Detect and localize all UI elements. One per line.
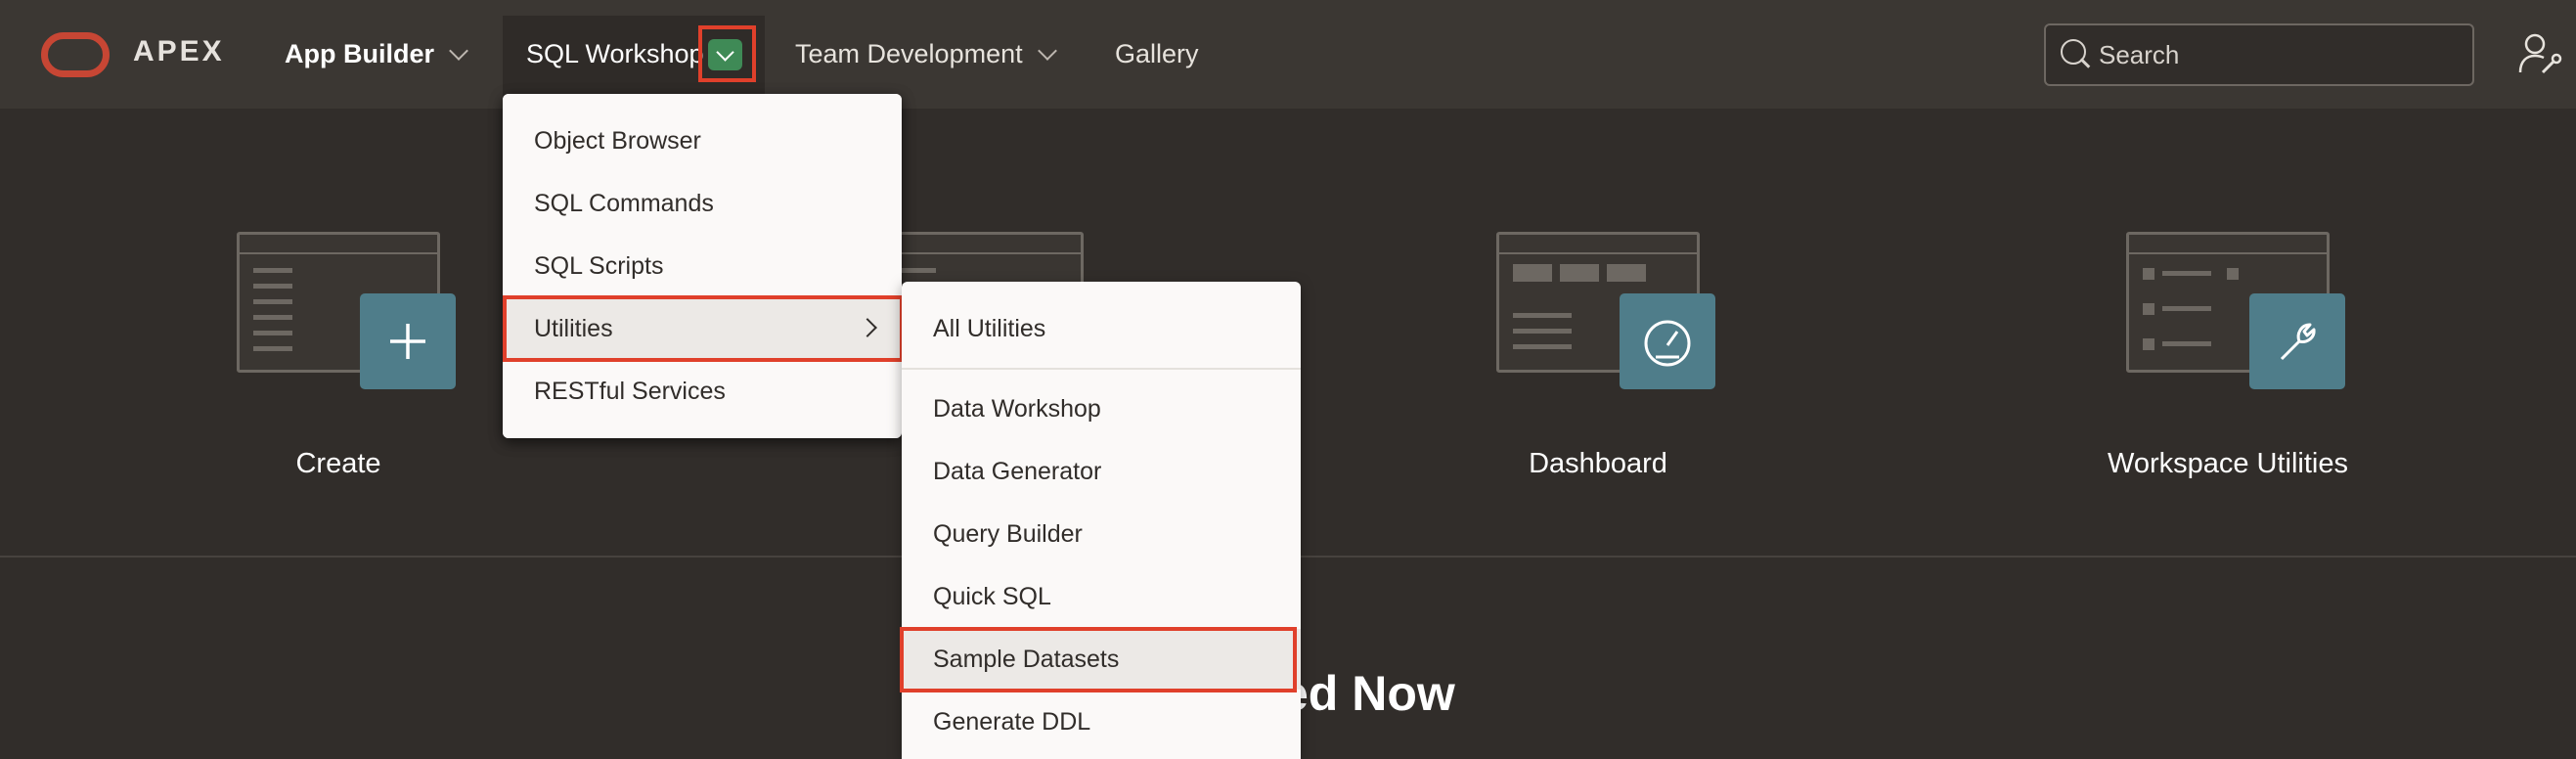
chevron-down-icon[interactable] <box>449 40 468 61</box>
wrench-icon[interactable] <box>2249 293 2345 389</box>
submenu-item-data-generator[interactable]: Data Generator <box>902 441 1301 502</box>
user-settings-icon[interactable] <box>2517 31 2562 76</box>
chevron-down-icon[interactable] <box>1037 40 1057 61</box>
menu-item-restful-services[interactable]: RESTful Services <box>503 361 902 422</box>
gauge-icon[interactable] <box>1620 293 1715 389</box>
apex-logo-text[interactable]: APEX <box>133 35 225 68</box>
submenu-item-quick-sql[interactable]: Quick SQL <box>902 566 1301 627</box>
highlight-box-utilities <box>503 295 904 362</box>
nav-gallery-label: Gallery <box>1115 39 1199 68</box>
nav-team-development-label: Team Development <box>795 39 1023 68</box>
submenu-item-all-utilities[interactable]: All Utilities <box>902 298 1301 359</box>
tile-label-dashboard[interactable]: Dashboard <box>1457 448 1739 480</box>
nav-team-development[interactable]: Team Development <box>795 0 1057 109</box>
menu-item-sql-commands[interactable]: SQL Commands <box>503 173 902 234</box>
nav-app-builder[interactable]: App Builder <box>285 0 468 109</box>
submenu-item-query-builder[interactable]: Query Builder <box>902 504 1301 564</box>
tile-label-create[interactable]: Create <box>237 448 440 480</box>
nav-sql-workshop-label: SQL Workshop <box>526 39 704 68</box>
menu-item-sql-scripts[interactable]: SQL Scripts <box>503 236 902 296</box>
nav-app-builder-label: App Builder <box>285 39 434 68</box>
oracle-logo-icon[interactable] <box>41 32 110 77</box>
plus-icon[interactable] <box>360 293 456 389</box>
highlight-box-sample-datasets <box>900 627 1297 692</box>
submenu-item-generate-ddl[interactable]: Generate DDL <box>902 692 1301 752</box>
sql-workshop-menu: Object Browser SQL Commands SQL Scripts … <box>503 94 902 438</box>
submenu-item-data-workshop[interactable]: Data Workshop <box>902 379 1301 439</box>
tile-label-workspace-utilities[interactable]: Workspace Utilities <box>2067 448 2388 480</box>
search-placeholder: Search <box>2099 40 2180 69</box>
section-heading: ed Now <box>1281 666 1455 721</box>
search-icon <box>2061 39 2086 65</box>
submenu-separator <box>902 368 1301 370</box>
nav-gallery[interactable]: Gallery <box>1115 0 1199 109</box>
menu-item-object-browser[interactable]: Object Browser <box>503 111 902 171</box>
highlight-box-menu-toggle <box>698 25 756 82</box>
